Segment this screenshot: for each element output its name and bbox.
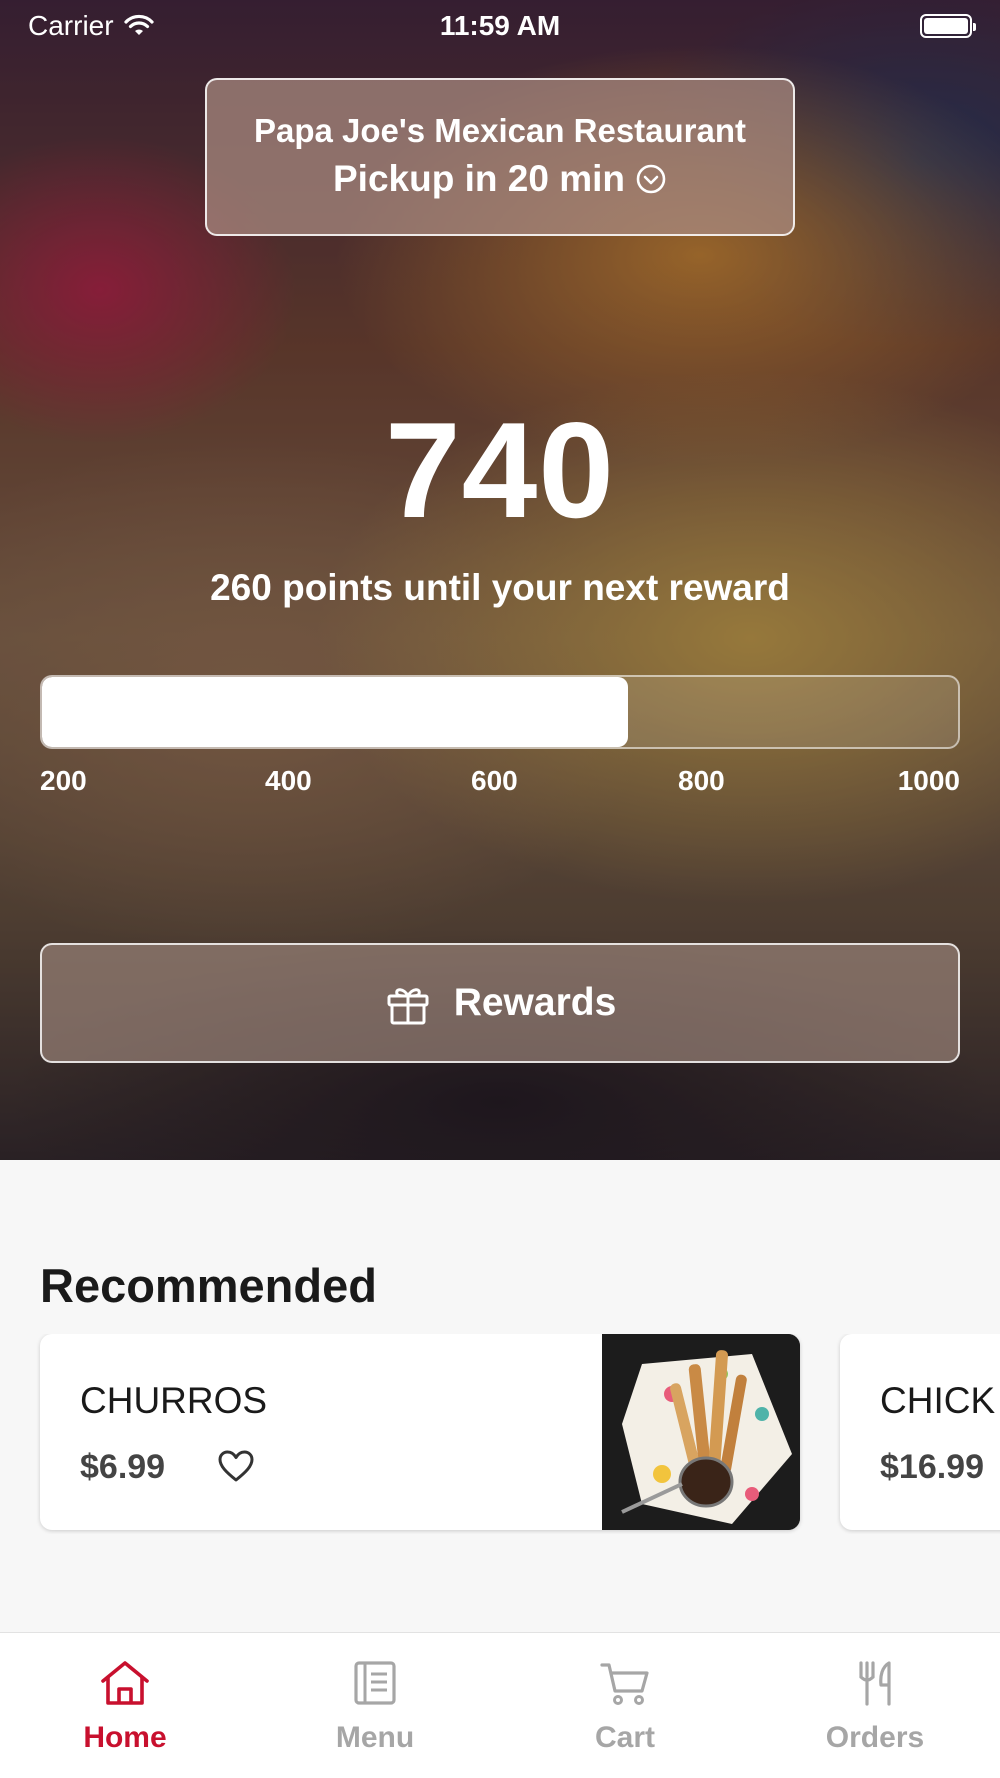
restaurant-name: Papa Joe's Mexican Restaurant	[253, 112, 747, 149]
tab-orders[interactable]: Orders	[750, 1633, 1000, 1778]
hero-banner: Carrier 11:59 AM Papa Joe's Mexican Rest…	[0, 0, 1000, 1160]
pickup-time: Pickup in 20 min	[333, 158, 625, 199]
rewards-button-label: Rewards	[453, 981, 617, 1024]
points-caption: 260 points until your next reward	[210, 567, 790, 608]
progress-scale-label: 1000	[897, 765, 960, 796]
status-bar: Carrier 11:59 AM	[0, 0, 1000, 50]
orders-icon	[859, 1661, 891, 1706]
points-balance: 740	[385, 394, 615, 546]
tab-home-label: Home	[83, 1721, 167, 1754]
pickup-time-row: Pickup in 20 min	[207, 158, 793, 200]
progress-scale: 200 400 600 800 1000	[40, 765, 960, 799]
tab-home[interactable]: Home	[0, 1633, 250, 1778]
tab-cart[interactable]: Cart	[500, 1633, 750, 1778]
battery-icon	[920, 14, 976, 38]
item-name: CHICK	[880, 1380, 996, 1421]
item-name: CHURROS	[80, 1380, 268, 1421]
recommended-item-card[interactable]: CHURROS $6.99	[40, 1334, 800, 1530]
progress-scale-label: 400	[265, 765, 312, 796]
progress-scale-label: 200	[40, 765, 87, 796]
status-time: 11:59 AM	[439, 10, 561, 41]
progress-scale-label: 800	[678, 765, 725, 796]
tab-menu[interactable]: Menu	[250, 1633, 500, 1778]
recommended-carousel[interactable]: CHURROS $6.99 CHICK $16.99	[0, 1334, 1000, 1534]
menu-icon	[354, 1661, 396, 1705]
heart-icon	[218, 1450, 254, 1482]
rewards-button[interactable]: Rewards	[40, 943, 960, 1063]
gift-icon	[387, 988, 429, 1025]
favorite-button[interactable]	[216, 1446, 256, 1486]
recommended-title: Recommended	[40, 1259, 377, 1312]
churros-image	[602, 1334, 800, 1530]
location-selector[interactable]: Papa Joe's Mexican Restaurant Pickup in …	[205, 78, 795, 236]
chevron-down-circle-icon	[636, 164, 666, 194]
item-price: $16.99	[880, 1448, 984, 1486]
item-price: $6.99	[80, 1448, 166, 1486]
tab-cart-label: Cart	[594, 1721, 655, 1754]
reward-progress-bar	[40, 675, 960, 749]
tab-menu-label: Menu	[335, 1721, 415, 1754]
tab-bar: Home Menu Cart Orders	[0, 1632, 1000, 1778]
reward-progress-fill	[42, 677, 629, 747]
home-icon	[101, 1661, 149, 1705]
tab-orders-label: Orders	[825, 1721, 925, 1754]
cart-icon	[600, 1663, 649, 1705]
recommended-item-card[interactable]: CHICK $16.99	[840, 1334, 1000, 1530]
progress-scale-label: 600	[471, 765, 518, 796]
